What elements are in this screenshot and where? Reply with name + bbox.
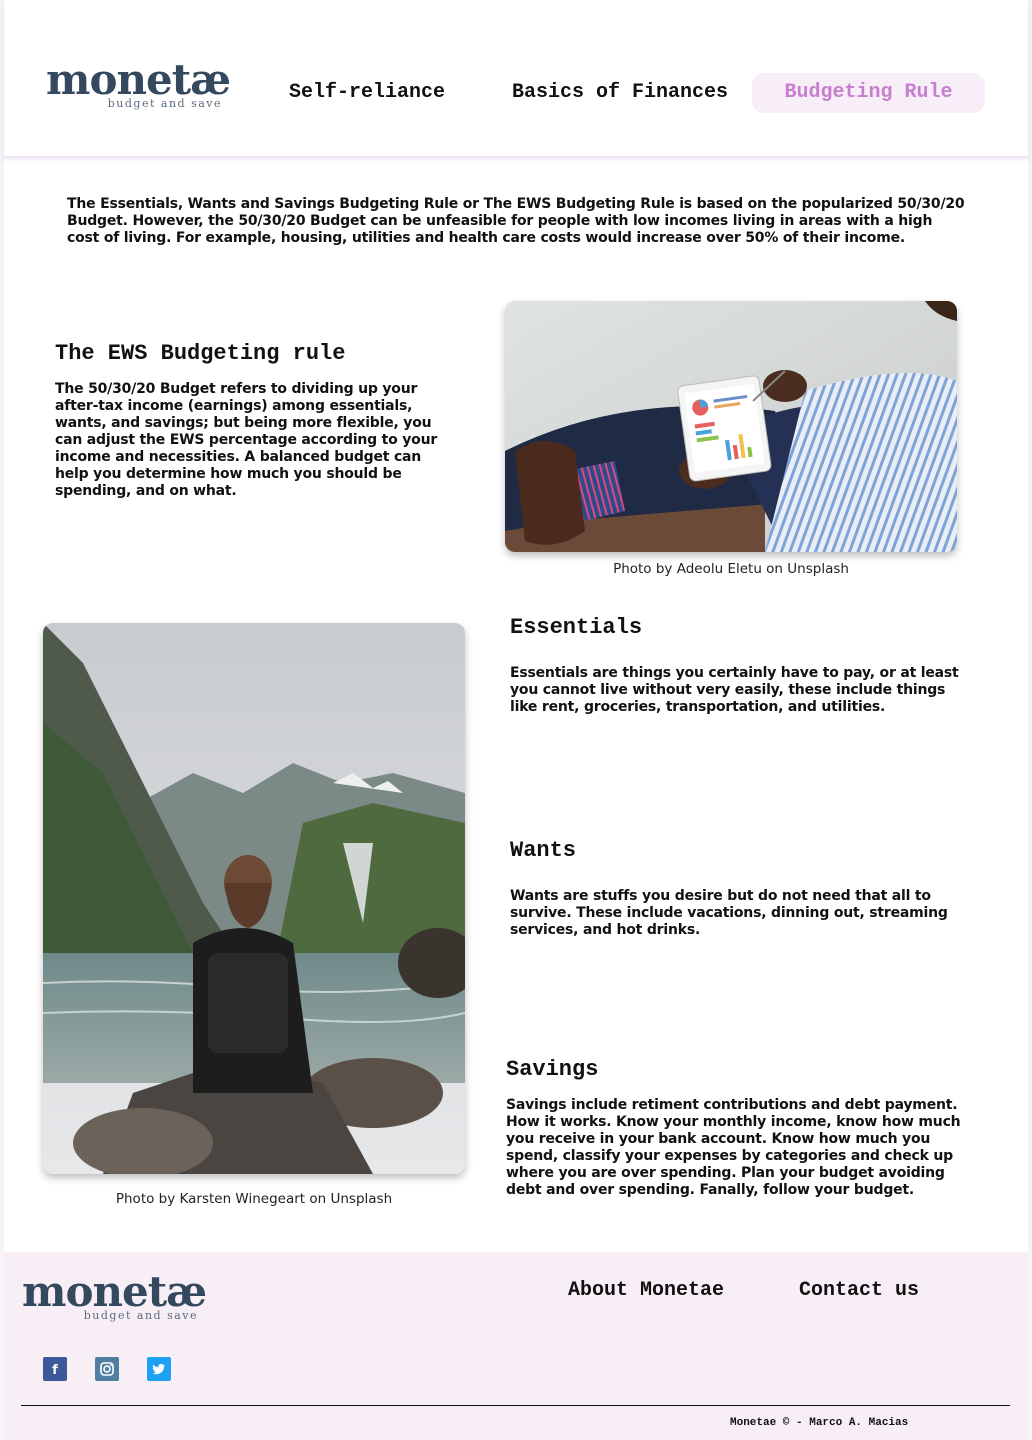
site-header: monetæ budget and save Self-reliance Bas… bbox=[4, 0, 1028, 158]
lake-photo-caption: Photo by Karsten Winegeart on Unsplash bbox=[115, 1191, 393, 1207]
essentials-paragraph: Essentials are things you certainly have… bbox=[510, 665, 959, 715]
lake-photo-image bbox=[43, 623, 465, 1174]
lake-photo bbox=[43, 623, 465, 1174]
intro-paragraph: The Essentials, Wants and Savings Budget… bbox=[67, 196, 965, 246]
footer-link-contact[interactable]: Contact us bbox=[799, 1279, 919, 1302]
savings-heading: Savings bbox=[506, 1057, 599, 1082]
footer-brand-name: monetæ bbox=[22, 1267, 207, 1316]
ews-paragraph: The 50/30/20 Budget refers to dividing u… bbox=[55, 381, 438, 499]
footer-link-about[interactable]: About Monetae bbox=[568, 1279, 724, 1302]
page: monetæ budget and save Self-reliance Bas… bbox=[4, 0, 1028, 1440]
twitter-icon[interactable] bbox=[147, 1357, 171, 1381]
nav-basics-of-finances[interactable]: Basics of Finances bbox=[500, 73, 740, 113]
brand-name: monetæ bbox=[46, 55, 231, 104]
tablet-photo bbox=[505, 301, 957, 552]
svg-text:f: f bbox=[52, 1363, 58, 1378]
savings-paragraph: Savings include retiment contributions a… bbox=[506, 1097, 961, 1198]
facebook-icon[interactable]: f bbox=[43, 1357, 67, 1381]
nav-budgeting-rule-active[interactable]: Budgeting Rule bbox=[752, 73, 985, 113]
brand-logo[interactable]: monetæ budget and save bbox=[46, 55, 231, 110]
ews-heading: The EWS Budgeting rule bbox=[55, 341, 346, 366]
tablet-photo-caption: Photo by Adeolu Eletu on Unsplash bbox=[613, 561, 849, 577]
footer-brand-logo[interactable]: monetæ budget and save bbox=[22, 1267, 207, 1322]
copyright-text: Monetae © - Marco A. Macias bbox=[730, 1417, 909, 1429]
footer-divider bbox=[21, 1405, 1010, 1406]
essentials-heading: Essentials bbox=[510, 615, 643, 640]
instagram-icon[interactable] bbox=[95, 1357, 119, 1381]
site-footer: monetæ budget and save About Monetae Con… bbox=[4, 1252, 1028, 1440]
nav-self-reliance[interactable]: Self-reliance bbox=[272, 73, 462, 113]
wants-heading: Wants bbox=[510, 838, 577, 863]
wants-paragraph: Wants are stuffs you desire but do not n… bbox=[510, 888, 948, 938]
tablet-photo-image bbox=[505, 301, 957, 552]
